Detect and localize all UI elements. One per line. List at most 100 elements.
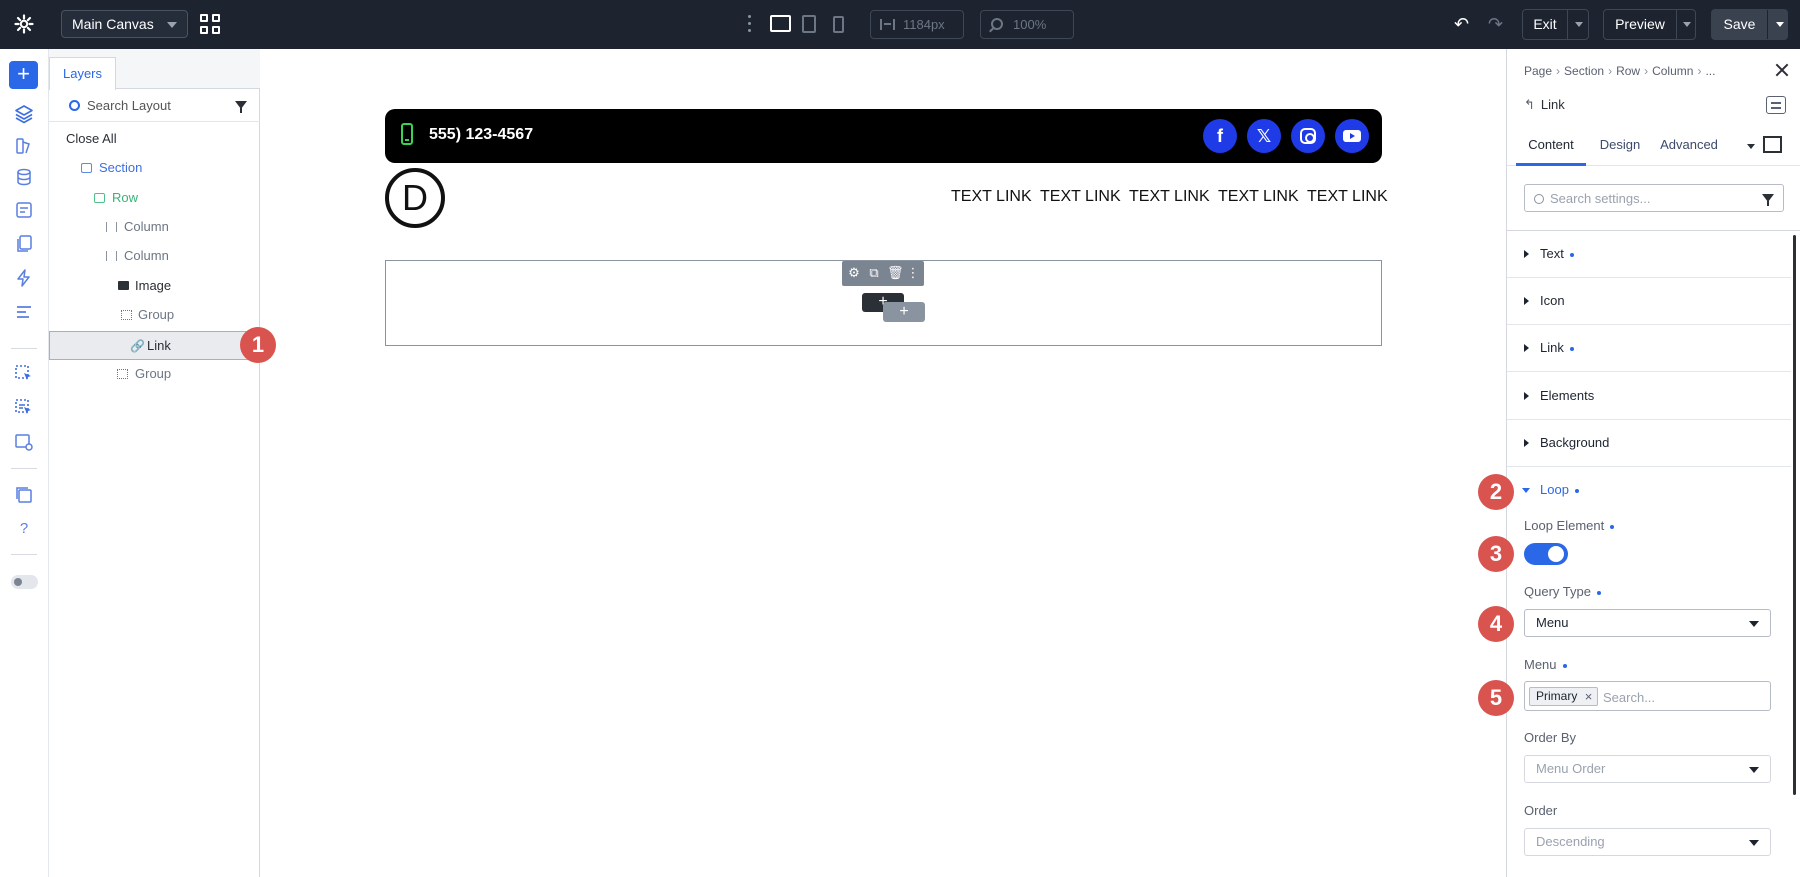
breadcrumb-item[interactable]: Section: [1564, 64, 1604, 78]
add-module-button[interactable]: +: [883, 302, 925, 322]
nav-link[interactable]: TEXT LINK: [1129, 188, 1210, 206]
settings-search-input[interactable]: [1550, 189, 1750, 207]
remove-chip-icon[interactable]: ×: [1585, 688, 1593, 705]
layers-icon[interactable]: [14, 104, 34, 124]
row-icon: [94, 193, 105, 203]
breadcrumb-item[interactable]: Row: [1616, 64, 1640, 78]
presets-icon[interactable]: [14, 136, 34, 156]
breadcrumb: Page › Section › Row › Column ›...: [1524, 64, 1715, 78]
nav-link[interactable]: TEXT LINK: [1218, 188, 1299, 206]
settings-group-link[interactable]: Link: [1507, 325, 1791, 372]
youtube-icon[interactable]: [1335, 119, 1369, 153]
close-icon[interactable]: [1775, 63, 1789, 77]
layers-search-input[interactable]: [87, 95, 227, 115]
more-vertical-icon[interactable]: [748, 15, 752, 33]
order-by-select[interactable]: Menu Order: [1524, 755, 1771, 783]
nav-link[interactable]: TEXT LINK: [951, 188, 1032, 206]
header-top-bar[interactable]: 555) 123-4567 f 𝕏: [385, 109, 1382, 163]
module-options-icon[interactable]: [1766, 96, 1786, 114]
layer-item-group[interactable]: Group: [49, 301, 260, 329]
sliders-icon[interactable]: [14, 302, 34, 322]
close-all-button[interactable]: Close All: [49, 125, 260, 153]
site-logo[interactable]: D: [385, 168, 445, 228]
builder-canvas[interactable]: 555) 123-4567 f 𝕏 D TEXT LINK TEXT LINK …: [261, 49, 1506, 877]
lightning-icon[interactable]: [14, 268, 34, 288]
more-vertical-icon[interactable]: ⋮: [906, 266, 920, 280]
layout-grid-icon[interactable]: [200, 14, 221, 35]
module-title-label: Link: [1540, 97, 1565, 112]
tab-content[interactable]: Content: [1516, 124, 1586, 166]
layer-item-group[interactable]: Group: [49, 360, 260, 388]
duplicate-icon[interactable]: ⧉: [867, 266, 881, 280]
phone-view-icon[interactable]: [833, 16, 844, 33]
preview-button[interactable]: Preview: [1603, 9, 1696, 40]
desktop-view-icon[interactable]: [770, 15, 791, 32]
settings-group-loop[interactable]: Loop: [1507, 467, 1791, 514]
nav-link[interactable]: TEXT LINK: [1307, 188, 1388, 206]
filter-icon[interactable]: [1762, 194, 1774, 206]
forms-icon[interactable]: [14, 200, 34, 220]
trash-icon[interactable]: 🗑: [887, 266, 904, 280]
chevron-down-icon[interactable]: [1683, 22, 1691, 27]
tab-advanced[interactable]: Advanced: [1655, 124, 1723, 166]
layer-item-row[interactable]: Row: [49, 184, 260, 212]
menu-search-input[interactable]: [1603, 688, 1753, 706]
canvas-select[interactable]: Main Canvas: [61, 10, 188, 38]
instagram-icon[interactable]: [1291, 119, 1325, 153]
tab-design[interactable]: Design: [1594, 124, 1646, 166]
scrollbar[interactable]: [1793, 235, 1796, 795]
breadcrumb-item[interactable]: Column: [1652, 64, 1693, 78]
pages-icon[interactable]: [14, 234, 34, 254]
library-icon[interactable]: [14, 485, 34, 505]
layer-label: Column: [124, 219, 169, 234]
breadcrumb-item[interactable]: Page: [1524, 64, 1552, 78]
theme-toggle[interactable]: [11, 575, 38, 589]
select-multiple-icon[interactable]: [14, 398, 34, 418]
query-type-select[interactable]: Menu: [1524, 609, 1771, 637]
save-label: Save: [1723, 16, 1756, 32]
loop-element-toggle[interactable]: [1524, 543, 1568, 565]
chevron-down-icon[interactable]: [1747, 144, 1755, 149]
field-label: Menu: [1524, 657, 1567, 672]
zoom-field[interactable]: 100%: [980, 10, 1074, 39]
add-module-button[interactable]: +: [9, 61, 38, 89]
redo-icon[interactable]: ↷: [1488, 15, 1506, 33]
save-button[interactable]: Save: [1711, 9, 1788, 40]
layer-item-section[interactable]: Section: [49, 154, 260, 182]
chevron-down-icon[interactable]: [1575, 22, 1583, 27]
gear-icon[interactable]: [14, 14, 34, 34]
layer-item-image[interactable]: Image: [49, 272, 260, 300]
settings-group-text[interactable]: Text: [1507, 231, 1791, 278]
settings-group-background[interactable]: Background: [1507, 420, 1791, 467]
help-icon[interactable]: ?: [14, 519, 34, 539]
filter-icon[interactable]: [235, 101, 247, 113]
layer-label: Column: [124, 248, 169, 263]
layer-item-link[interactable]: 🔗 Link: [49, 331, 261, 360]
settings-group-elements[interactable]: Elements: [1507, 373, 1791, 420]
undo-icon[interactable]: ↶: [1454, 15, 1472, 33]
step-badge: 4: [1478, 606, 1514, 642]
layer-item-column[interactable]: Column: [49, 242, 260, 270]
square-icon[interactable]: [1763, 136, 1782, 153]
field-label: Query Type: [1524, 584, 1601, 599]
layer-item-column[interactable]: Column: [49, 213, 260, 241]
chevron-down-icon[interactable]: [1776, 22, 1784, 27]
settings-group-icon[interactable]: Icon: [1507, 278, 1791, 325]
gear-icon[interactable]: ⚙: [847, 266, 861, 280]
facebook-icon[interactable]: f: [1203, 119, 1237, 153]
tablet-view-icon[interactable]: [802, 15, 816, 33]
template-view-icon[interactable]: [14, 432, 34, 452]
nav-link[interactable]: TEXT LINK: [1040, 188, 1121, 206]
x-twitter-icon[interactable]: 𝕏: [1247, 119, 1281, 153]
exit-button[interactable]: Exit: [1522, 9, 1589, 40]
breadcrumb-item[interactable]: ...: [1705, 64, 1715, 78]
tab-layers[interactable]: Layers: [49, 57, 116, 90]
loop-element-label: Loop Element: [1524, 518, 1605, 533]
select-element-icon[interactable]: [14, 364, 34, 384]
menu-multiselect[interactable]: Primary ×: [1524, 681, 1771, 711]
database-icon[interactable]: [14, 167, 34, 187]
order-select[interactable]: Descending: [1524, 828, 1771, 856]
canvas-width-field[interactable]: 1184px: [870, 10, 964, 39]
chevron-right-icon: ›: [1608, 64, 1613, 78]
back-arrow-icon[interactable]: ↰: [1524, 97, 1535, 112]
